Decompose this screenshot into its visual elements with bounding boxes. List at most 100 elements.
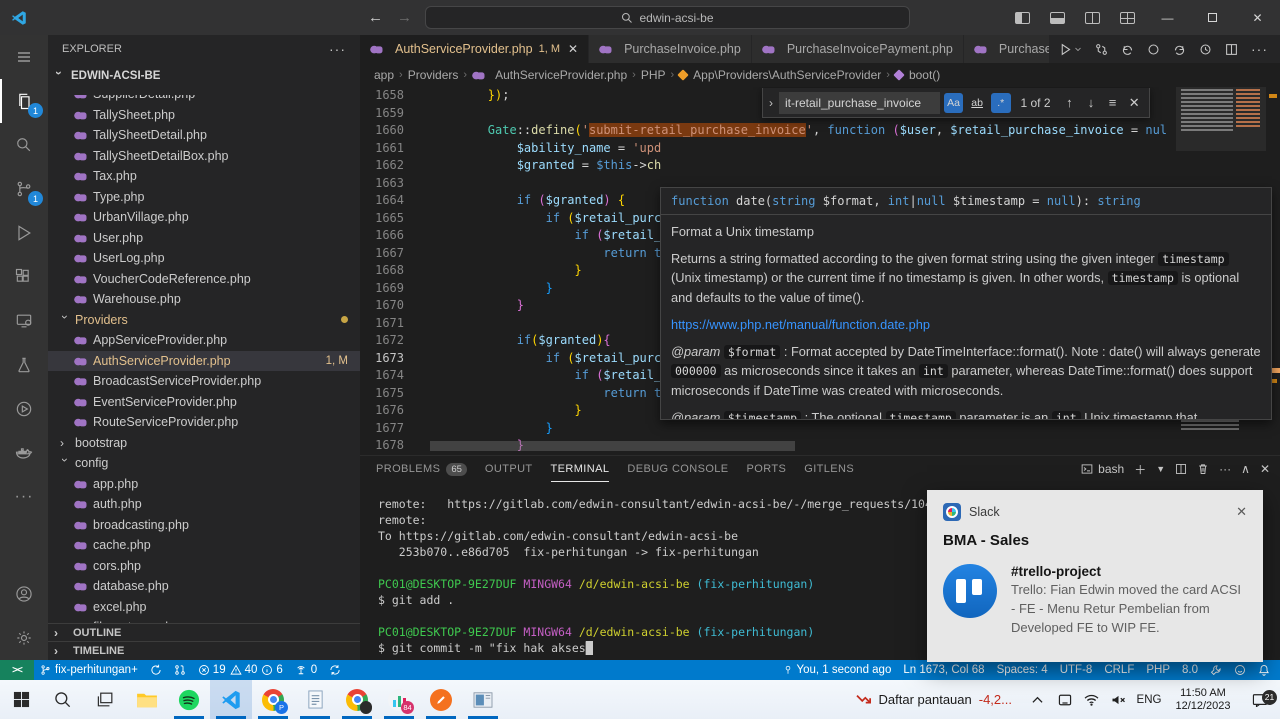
action-center-button[interactable]: 21 <box>1240 693 1280 707</box>
sidebar-item-remote-explorer[interactable] <box>0 299 48 343</box>
file-database.php[interactable]: database.php <box>48 576 360 597</box>
redo-icon[interactable] <box>1173 43 1186 56</box>
more-actions-icon[interactable]: ··· <box>0 475 48 519</box>
file-TallySheet.php[interactable]: TallySheet.php <box>48 105 360 126</box>
slack-notification[interactable]: Slack ✕ BMA - Sales #trello-project Trel… <box>927 490 1263 662</box>
file-User.php[interactable]: User.php <box>48 228 360 249</box>
notifications-bell-icon[interactable] <box>1252 664 1280 676</box>
git-branch-button[interactable]: fix-perhitungan+ <box>34 664 144 676</box>
sync-changes-button[interactable] <box>144 664 168 676</box>
file-EventServiceProvider.php[interactable]: EventServiceProvider.php <box>48 392 360 413</box>
breadcrumb-item[interactable]: Providers <box>408 68 459 82</box>
account-icon[interactable] <box>0 572 48 616</box>
find-in-selection-icon[interactable]: ≡ <box>1104 95 1122 110</box>
file-TallySheetDetail.php[interactable]: TallySheetDetail.php <box>48 125 360 146</box>
sidebar-item-search[interactable] <box>0 123 48 167</box>
code-line-1662[interactable]: 1662 $granted = $this->ch <box>360 157 1280 175</box>
undo-icon[interactable] <box>1121 43 1134 56</box>
sync-icon[interactable] <box>1147 43 1160 56</box>
breadcrumb-item[interactable]: PHP <box>641 68 666 82</box>
pull-request-button[interactable] <box>168 664 192 676</box>
problems-button[interactable]: 19 40 6 <box>192 664 289 676</box>
close-find-icon[interactable]: ✕ <box>1125 95 1143 111</box>
panel-tab-problems[interactable]: PROBLEMS65 <box>376 456 467 482</box>
encoding-setting[interactable]: UTF-8 <box>1054 664 1099 676</box>
code-line-1660[interactable]: 1660 Gate::define('submit-retail_purchas… <box>360 122 1280 140</box>
taskbar-search-button[interactable] <box>42 680 84 719</box>
history-back-button[interactable]: ← <box>368 9 383 26</box>
folder-Providers[interactable]: ›Providers <box>48 310 360 331</box>
language-mode[interactable]: PHP <box>1140 664 1176 676</box>
tab-AuthServiceProvider.php[interactable]: AuthServiceProvider.php1, M✕ <box>360 35 589 63</box>
sidebar-item-source-control[interactable]: 1 <box>0 167 48 211</box>
chrome-profile2-button[interactable] <box>336 680 378 719</box>
find-input[interactable]: it-retail_purchase_invoice <box>779 92 940 114</box>
minimize-button[interactable]: — <box>1145 0 1190 35</box>
panel-tab-gitlens[interactable]: GITLENS <box>804 456 854 482</box>
breadcrumb-item[interactable]: AuthServiceProvider.php <box>495 68 627 82</box>
file-explorer-button[interactable] <box>126 680 168 719</box>
file-excel.php[interactable]: excel.php <box>48 597 360 618</box>
maximize-button[interactable] <box>1190 0 1235 35</box>
close-tab-icon[interactable]: ✕ <box>568 42 578 56</box>
tray-expand-icon[interactable] <box>1024 696 1051 704</box>
close-panel-icon[interactable]: ✕ <box>1260 462 1270 476</box>
panel-tab-terminal[interactable]: TERMINAL <box>551 456 610 482</box>
new-terminal-icon[interactable]: ＋ <box>1134 461 1146 478</box>
file-Type.php[interactable]: Type.php <box>48 187 360 208</box>
tablet-mode-icon[interactable] <box>1051 694 1078 706</box>
notepad-button[interactable] <box>294 680 336 719</box>
code-line-1661[interactable]: 1661 $ability_name = 'upd <box>360 140 1280 158</box>
wifi-icon[interactable] <box>1078 694 1105 706</box>
ports-button[interactable]: 0 <box>289 664 323 676</box>
file-TallySheetDetailBox.php[interactable]: TallySheetDetailBox.php <box>48 146 360 167</box>
breadcrumb-item[interactable]: boot() <box>909 68 940 82</box>
file-VoucherCodeReference.php[interactable]: VoucherCodeReference.php <box>48 269 360 290</box>
horizontal-scrollbar[interactable] <box>430 441 795 451</box>
file-AppServiceProvider.php[interactable]: AppServiceProvider.php <box>48 330 360 351</box>
file-app.php[interactable]: app.php <box>48 474 360 495</box>
kill-terminal-icon[interactable] <box>1197 463 1209 475</box>
indentation-setting[interactable]: Spaces: 4 <box>991 664 1054 676</box>
breadcrumb-item[interactable]: app <box>374 68 394 82</box>
sidebar-item-run-debug[interactable] <box>0 211 48 255</box>
wrench-icon[interactable] <box>1204 664 1228 676</box>
feedback-icon[interactable] <box>1228 664 1252 676</box>
tab-PurchaseInvoicePayment.php[interactable]: PurchaseInvoicePayment.php <box>752 35 964 63</box>
command-center-search[interactable]: edwin-acsi-be <box>425 6 910 29</box>
previous-match-icon[interactable]: ↑ <box>1061 95 1079 110</box>
commit-author-info[interactable]: You, 1 second ago <box>777 664 898 676</box>
file-cache.php[interactable]: cache.php <box>48 535 360 556</box>
workspace-root[interactable]: › EDWIN-ACSI-BE <box>48 65 360 87</box>
close-button[interactable]: ✕ <box>1235 0 1280 35</box>
orange-editor-button[interactable] <box>420 680 462 719</box>
file-cors.php[interactable]: cors.php <box>48 556 360 577</box>
file-AuthServiceProvider.php[interactable]: AuthServiceProvider.php1, M <box>48 351 360 372</box>
run-code-button[interactable] <box>1059 43 1082 56</box>
next-match-icon[interactable]: ↓ <box>1082 95 1100 110</box>
volume-muted-icon[interactable] <box>1105 694 1132 706</box>
php-version[interactable]: 8.0 <box>1176 664 1204 676</box>
sidebar-item-docker[interactable] <box>0 431 48 475</box>
start-button[interactable] <box>0 680 42 719</box>
outline-section[interactable]: ›OUTLINE <box>48 623 360 641</box>
file-auth.php[interactable]: auth.php <box>48 494 360 515</box>
file-BroadcastServiceProvider.php[interactable]: BroadcastServiceProvider.php <box>48 371 360 392</box>
maximize-panel-icon[interactable]: ∧ <box>1241 462 1250 476</box>
sidebar-item-extensions[interactable] <box>0 255 48 299</box>
timeline-icon[interactable] <box>1199 43 1212 56</box>
vscode-taskbar-button[interactable] <box>210 680 252 719</box>
timeline-section[interactable]: ›TIMELINE <box>48 641 360 659</box>
file-SupplierDetail.php[interactable]: SupplierDetail.php <box>48 95 360 105</box>
tab-PurchaseInvoice.php[interactable]: PurchaseInvoice.php <box>589 35 752 63</box>
file-broadcasting.php[interactable]: broadcasting.php <box>48 515 360 536</box>
file-UrbanVillage.php[interactable]: UrbanVillage.php <box>48 207 360 228</box>
panel-tab-debug-console[interactable]: DEBUG CONSOLE <box>627 456 728 482</box>
clock[interactable]: 11:50 AM 12/12/2023 <box>1166 687 1240 713</box>
find-expand-icon[interactable]: › <box>769 96 773 110</box>
remote-indicator[interactable]: >< <box>0 660 34 680</box>
file-RouteServiceProvider.php[interactable]: RouteServiceProvider.php <box>48 412 360 433</box>
whole-word-toggle[interactable]: ab <box>967 93 987 113</box>
sidebar-item-testing[interactable] <box>0 343 48 387</box>
split-terminal-icon[interactable] <box>1175 463 1187 475</box>
